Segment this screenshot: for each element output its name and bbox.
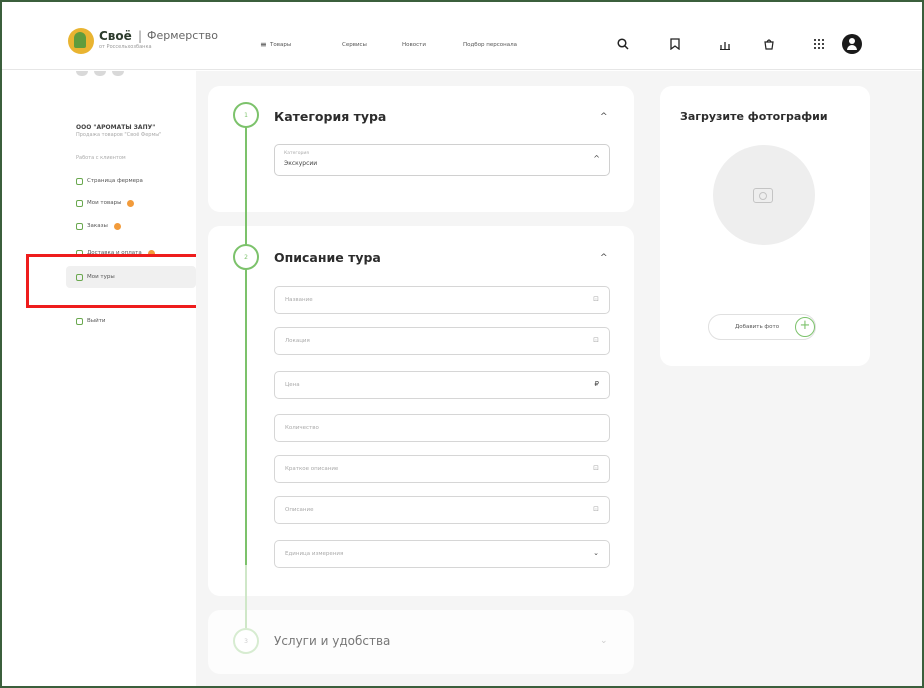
card-services	[208, 610, 634, 674]
add-photo-label: Добавить фото	[735, 324, 780, 330]
sidebar-item-label: Заказы	[87, 223, 108, 229]
sidebar-item-orders[interactable]: Заказы	[76, 219, 121, 233]
field-placeholder: Локация	[285, 338, 310, 344]
apps-grid-icon[interactable]	[812, 37, 826, 51]
ruble-icon: ₽	[594, 380, 599, 388]
sidebar-item-label: Выйти	[87, 318, 106, 324]
annotation-highlight-box	[26, 254, 222, 308]
field-placeholder: Единица измерения	[285, 551, 344, 557]
sidebar-section-label: Работа с клиентом	[76, 155, 126, 161]
field-info-icon: ⊡	[593, 505, 599, 513]
plus-icon: +	[795, 317, 815, 337]
logo-name[interactable]: Своё	[99, 29, 132, 43]
tour-price-field[interactable]: Цена ₽	[274, 371, 610, 399]
section-title-description[interactable]: Описание тура	[274, 250, 381, 265]
sidebar-item-logout[interactable]: Выйти	[76, 314, 105, 328]
collapse-chevron-icon[interactable]: ^	[600, 112, 608, 122]
collapse-chevron-icon[interactable]: ^	[600, 253, 608, 263]
notification-badge	[127, 199, 135, 207]
nav-item-services[interactable]: Сервисы	[342, 42, 367, 48]
camera-icon	[753, 188, 773, 203]
logout-icon	[76, 317, 83, 325]
field-placeholder: Количество	[285, 425, 319, 431]
field-info-icon: ⊡	[593, 295, 599, 303]
nav-item-staff[interactable]: Подбор персонала	[463, 42, 517, 48]
tour-location-field[interactable]: Локация ⊡	[274, 327, 610, 355]
sidebar-avatar-stubs	[76, 71, 124, 76]
logo-subtitle[interactable]: Фермерство	[147, 29, 218, 42]
logo-separator: |	[138, 29, 143, 43]
nav-item-goods[interactable]: Товары	[270, 42, 291, 48]
user-avatar[interactable]	[842, 34, 862, 54]
step-marker-2: 2	[233, 244, 259, 270]
nav-item-news[interactable]: Новости	[402, 42, 426, 48]
field-placeholder: Описание	[285, 507, 314, 513]
sidebar-item-label: Мои товары	[87, 200, 122, 206]
select-value: Экскурсии	[284, 160, 318, 167]
logo-tagline: от Россельхозбанка	[99, 44, 152, 50]
sprout-icon	[76, 199, 83, 207]
notification-badge	[113, 222, 121, 230]
org-description: Продажа товаров "Своё Фермы"	[76, 132, 162, 138]
menu-icon[interactable]: ≡	[260, 40, 267, 49]
section-title-services[interactable]: Услуги и удобства	[274, 634, 390, 648]
top-header: Своё | Фермерство от Россельхозбанка ≡ Т…	[2, 2, 922, 70]
chevron-down-icon: ⌄	[593, 549, 599, 557]
home-icon	[76, 177, 83, 185]
select-label: Категория	[284, 151, 309, 156]
search-icon[interactable]	[616, 37, 630, 51]
field-info-icon: ⊡	[593, 464, 599, 472]
tour-short-description-field[interactable]: Краткое описание ⊡	[274, 455, 610, 483]
field-placeholder: Название	[285, 297, 313, 303]
field-info-icon: ⊡	[593, 336, 599, 344]
upload-title: Загрузите фотографии	[680, 110, 828, 123]
field-placeholder: Цена	[285, 382, 300, 388]
cart-icon[interactable]	[762, 37, 776, 51]
field-placeholder: Краткое описание	[285, 466, 339, 472]
section-title-category[interactable]: Категория тура	[274, 109, 386, 124]
step-marker-1: 1	[233, 102, 259, 128]
add-photo-button[interactable]: Добавить фото +	[708, 314, 816, 340]
org-name: ООО "АРОМАТЫ ЗАПУ"	[76, 124, 156, 131]
tour-quantity-field[interactable]: Количество	[274, 414, 610, 442]
sidebar-item-label: Страница фермера	[87, 178, 143, 184]
chevron-up-icon: ^	[593, 154, 600, 163]
category-select[interactable]: Категория Экскурсии ^	[274, 144, 610, 176]
sidebar-item-my-goods[interactable]: Мои товары	[76, 196, 135, 210]
step-marker-3: 3	[233, 628, 259, 654]
stats-icon[interactable]	[718, 37, 732, 51]
tour-description-field[interactable]: Описание ⊡	[274, 496, 610, 524]
expand-chevron-icon[interactable]: ⌄	[600, 636, 608, 646]
document-icon	[76, 222, 83, 230]
bookmark-icon[interactable]	[668, 37, 682, 51]
logo-icon[interactable]	[68, 28, 94, 54]
unit-select[interactable]: Единица измерения ⌄	[274, 540, 610, 568]
sidebar-item-farmer-page[interactable]: Страница фермера	[76, 174, 143, 188]
tour-name-field[interactable]: Название ⊡	[274, 286, 610, 314]
